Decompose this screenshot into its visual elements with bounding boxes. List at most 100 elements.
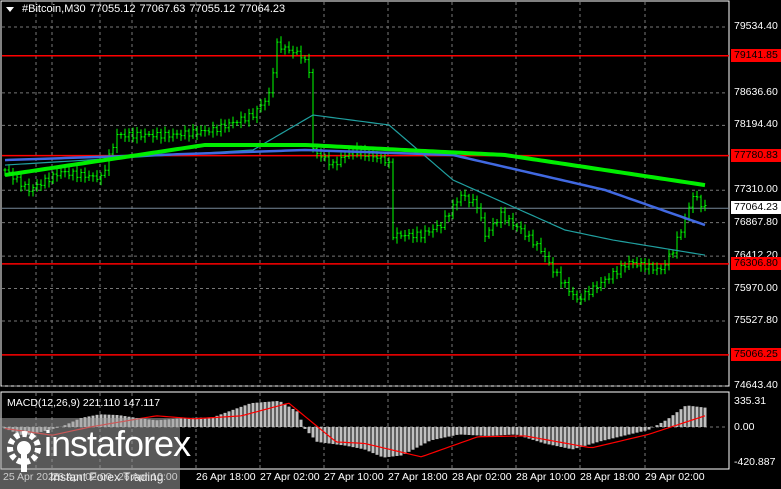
price-bar [155, 127, 159, 140]
price-bar [243, 113, 247, 124]
price-bar [339, 152, 343, 168]
price-bar [347, 148, 351, 160]
macd-histogram-bar [503, 427, 507, 436]
symbol-label: #Bitcoin,M30 [22, 3, 86, 15]
price-bar [103, 164, 107, 178]
macd-histogram-bar [315, 427, 319, 442]
macd-histogram-bar [671, 415, 675, 427]
price-bar [123, 128, 127, 142]
price-bar [487, 227, 491, 239]
price-bar [531, 229, 535, 248]
price-bar [435, 220, 439, 233]
price-bar [287, 41, 291, 54]
price-bar [447, 212, 451, 222]
macd-histogram-bar [455, 427, 459, 435]
macd-histogram-bar [303, 427, 307, 429]
price-bar [483, 212, 487, 243]
dropdown-triangle-icon[interactable] [6, 6, 14, 12]
macd-histogram-bar [595, 427, 599, 443]
price-chart[interactable] [0, 0, 781, 489]
price-bar [567, 277, 571, 296]
price-bar [255, 105, 259, 124]
price-tick-label: 75527.80 [734, 314, 778, 326]
price-bar [219, 118, 223, 137]
macd-histogram-bar [543, 427, 547, 444]
macd-histogram-bar [407, 427, 411, 452]
price-bar [343, 152, 347, 164]
price-bar [635, 256, 639, 269]
macd-histogram-bar [255, 402, 259, 427]
price-bar [267, 87, 271, 106]
macd-histogram-bar [479, 427, 483, 436]
macd-histogram-bar [683, 406, 687, 427]
gear-logo-icon [7, 431, 41, 472]
price-bar [427, 227, 431, 236]
price-tick-label: 74643.40 [734, 378, 778, 391]
price-bar [463, 189, 467, 202]
macd-histogram-bar [239, 406, 243, 427]
price-bar [279, 36, 283, 54]
price-bar [163, 126, 167, 142]
macd-histogram-bar [375, 427, 379, 455]
price-bar [523, 224, 527, 241]
price-bar [331, 159, 335, 169]
macd-histogram-bar [587, 427, 591, 445]
macd-histogram-bar [431, 427, 435, 440]
macd-histogram-bar [379, 427, 383, 457]
price-bar [615, 266, 619, 280]
macd-histogram-bar [559, 427, 563, 447]
macd-histogram-bar [311, 427, 315, 438]
macd-histogram-bar [307, 427, 311, 434]
macd-max-label: 335.31 [734, 395, 767, 407]
macd-histogram-bar [519, 427, 523, 437]
macd-histogram-bar [223, 412, 227, 427]
price-bar [439, 222, 443, 234]
macd-histogram-bar [295, 411, 299, 427]
macd-histogram-bar [647, 427, 651, 430]
macd-histogram-bar [691, 406, 695, 427]
price-bar [699, 194, 703, 213]
price-bar [479, 203, 483, 222]
price-bar [79, 168, 83, 182]
macd-histogram-bar [487, 427, 491, 436]
price-bar [703, 199, 707, 212]
price-bar [491, 217, 495, 236]
price-bar [95, 170, 99, 183]
price-bar [187, 128, 191, 142]
time-tick-label: 27 Apr 10:00 [324, 471, 384, 483]
macd-histogram-bar [203, 417, 207, 427]
macd-histogram-bar [271, 401, 275, 427]
macd-histogram-bar [383, 427, 387, 458]
macd-histogram-bar [411, 427, 415, 450]
price-bar [311, 68, 315, 153]
macd-histogram-bar [391, 427, 395, 457]
macd-histogram-bar [439, 427, 443, 439]
macd-histogram-bar [231, 409, 235, 427]
macd-histogram-bar [555, 427, 559, 447]
time-tick-label: 28 Apr 02:00 [452, 471, 512, 483]
price-tick-label: 75970.00 [734, 281, 778, 294]
price-bar [191, 123, 195, 139]
price-bar [215, 124, 219, 136]
price-bar [55, 168, 59, 182]
macd-histogram-bar [635, 427, 639, 433]
macd-histogram-bar [539, 427, 543, 443]
price-bar [23, 181, 27, 191]
price-bar [535, 241, 539, 251]
macd-histogram-bar [267, 401, 271, 427]
macd-histogram-bar [607, 427, 611, 440]
macd-histogram-bar [475, 427, 479, 436]
price-bar [583, 289, 587, 302]
macd-histogram-bar [511, 427, 515, 435]
price-bar [87, 170, 91, 182]
price-bar [471, 193, 475, 207]
macd-histogram-bar [219, 414, 223, 427]
price-bar [639, 258, 643, 272]
price-bar [399, 230, 403, 239]
ma-teal-line [4, 114, 706, 256]
price-tick-label: 79534.40 [734, 20, 778, 32]
macd-histogram-bar [359, 427, 363, 449]
time-tick-label: 27 Apr 18:00 [388, 471, 448, 483]
price-bar [203, 125, 207, 137]
price-bar [659, 264, 663, 275]
